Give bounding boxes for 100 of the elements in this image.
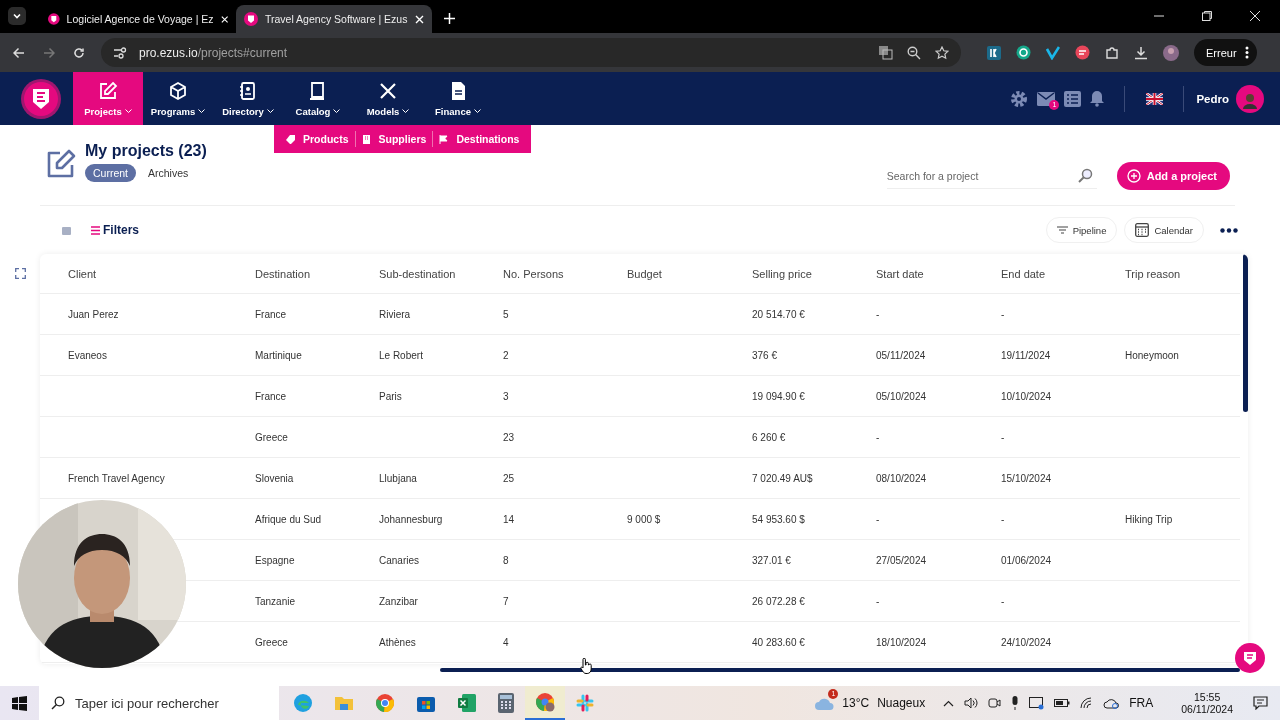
- extension-icon[interactable]: [1016, 45, 1031, 60]
- column-header[interactable]: End date: [1001, 267, 1046, 280]
- nav-item[interactable]: Catalog: [283, 72, 353, 125]
- chevron-up-icon[interactable]: [943, 699, 955, 707]
- more-icon[interactable]: [1244, 46, 1249, 59]
- browser-tab[interactable]: Logiciel Agence de Voyage | Ez: [40, 5, 236, 33]
- new-tab-icon[interactable]: [444, 13, 455, 24]
- column-header[interactable]: Selling price: [752, 267, 812, 280]
- translate-icon[interactable]: [878, 45, 893, 60]
- submenu-item[interactable]: Destinations: [433, 133, 526, 145]
- app-icon[interactable]: [576, 694, 594, 712]
- contact-book-icon: [238, 80, 258, 101]
- table-cell: -: [1001, 595, 1005, 607]
- mail-icon[interactable]: [1037, 91, 1056, 106]
- table-cell: 10/10/2024: [1001, 390, 1052, 402]
- download-icon[interactable]: [1134, 45, 1148, 60]
- browser-tab[interactable]: Travel Agency Software | Ezus: [236, 5, 432, 33]
- table-cell: -: [1001, 431, 1005, 443]
- back-icon[interactable]: [13, 46, 25, 59]
- column-header[interactable]: No. Persons: [503, 267, 564, 280]
- tab-title: Logiciel Agence de Voyage | Ez: [66, 13, 214, 25]
- nav-item[interactable]: Models: [353, 72, 423, 125]
- add-project-button[interactable]: Add a project: [1116, 162, 1230, 190]
- avatar-icon[interactable]: [1163, 44, 1179, 61]
- tab-list-button[interactable]: [8, 7, 26, 25]
- clock-date[interactable]: 06/11/2024: [1181, 703, 1233, 715]
- scrollbar[interactable]: [440, 668, 1240, 672]
- avatar-icon[interactable]: [1236, 84, 1264, 113]
- flag-icon[interactable]: [1146, 92, 1164, 105]
- chevron-icon: [198, 108, 206, 114]
- table-cell: 9 000 $: [627, 513, 661, 525]
- reload-icon[interactable]: [73, 46, 85, 59]
- calculator-icon[interactable]: [498, 693, 514, 713]
- table-cell: Espagne: [255, 554, 295, 566]
- edit-icon: [46, 149, 76, 179]
- table-cell: Riviera: [379, 308, 411, 320]
- filter-icon: [1056, 226, 1068, 234]
- star-icon[interactable]: [935, 45, 949, 60]
- chat-button[interactable]: [1235, 643, 1265, 673]
- browser-icon[interactable]: [375, 693, 395, 713]
- extension-icon[interactable]: [1075, 45, 1090, 60]
- nav-item[interactable]: Directory: [213, 72, 283, 125]
- restore-icon[interactable]: [1202, 11, 1212, 21]
- view-button[interactable]: Calendar: [1124, 217, 1204, 243]
- zoom-icon[interactable]: [907, 45, 921, 60]
- taskbar-search-field[interactable]: Taper ici pour rechercher: [39, 686, 279, 720]
- microphone-icon[interactable]: [1011, 696, 1020, 710]
- wifi-icon[interactable]: [1080, 697, 1094, 709]
- submenu-item[interactable]: Products: [280, 133, 355, 145]
- bell-icon[interactable]: [1090, 90, 1105, 107]
- list-icon[interactable]: [1064, 90, 1082, 107]
- view-button[interactable]: Pipeline: [1045, 217, 1118, 243]
- folder-icon[interactable]: [334, 694, 354, 712]
- column-header[interactable]: Start date: [876, 267, 924, 280]
- expand-icon[interactable]: [14, 268, 26, 279]
- nav-item[interactable]: Programs: [143, 72, 213, 125]
- nav-item[interactable]: Projects: [73, 72, 143, 125]
- table-cell: Slovenia: [255, 472, 294, 484]
- column-header[interactable]: Budget: [627, 267, 662, 280]
- menu-icon: [91, 225, 100, 235]
- view-tab[interactable]: Current: [85, 164, 136, 182]
- browser-icon[interactable]: [535, 692, 555, 712]
- site-settings-icon[interactable]: [113, 46, 127, 59]
- cloud-sync-icon[interactable]: [1103, 697, 1120, 709]
- search-icon[interactable]: [1076, 168, 1093, 184]
- speaker-icon[interactable]: [964, 697, 979, 709]
- scrollbar[interactable]: [1243, 254, 1248, 412]
- logo-icon[interactable]: [21, 78, 61, 119]
- close-icon[interactable]: [1250, 11, 1260, 21]
- settings-icon[interactable]: [1010, 89, 1029, 108]
- puzzle-icon[interactable]: [1105, 45, 1119, 60]
- column-header[interactable]: Destination: [255, 267, 311, 280]
- extension-icon[interactable]: [987, 45, 1001, 60]
- clock-time[interactable]: 15:55: [1193, 691, 1221, 703]
- column-header[interactable]: Sub-destination: [379, 267, 456, 280]
- display-icon[interactable]: [1029, 696, 1045, 710]
- building-icon: [361, 134, 371, 144]
- forward-icon[interactable]: [43, 46, 55, 59]
- table-cell: 18/10/2024: [876, 636, 927, 648]
- battery-icon[interactable]: [1054, 699, 1071, 707]
- temperature[interactable]: 13°C: [842, 696, 870, 710]
- spreadsheet-icon[interactable]: [457, 693, 477, 713]
- column-header[interactable]: Trip reason: [1125, 267, 1181, 280]
- windows-icon[interactable]: [12, 695, 27, 711]
- table-cell: Greece: [255, 636, 288, 648]
- filters-button[interactable]: Filters: [91, 223, 139, 237]
- shield-icon: [244, 12, 258, 26]
- view-tab[interactable]: Archives: [140, 164, 197, 182]
- address-field[interactable]: pro.ezus.io/projects#current: [101, 38, 961, 67]
- extension-icon[interactable]: [1046, 45, 1060, 60]
- submenu-item[interactable]: Suppliers: [355, 133, 433, 145]
- nav-item[interactable]: Finance: [423, 72, 493, 125]
- camera-icon[interactable]: [988, 697, 1002, 709]
- more-icon[interactable]: [1220, 227, 1238, 233]
- profile-button[interactable]: Erreur: [1194, 39, 1257, 66]
- language-indicator[interactable]: FRA: [1129, 696, 1154, 710]
- weather-text[interactable]: Nuageux: [877, 696, 926, 710]
- user-name[interactable]: Pedro: [1196, 92, 1229, 105]
- column-header[interactable]: Client: [68, 267, 97, 280]
- notification-icon[interactable]: [1253, 696, 1268, 710]
